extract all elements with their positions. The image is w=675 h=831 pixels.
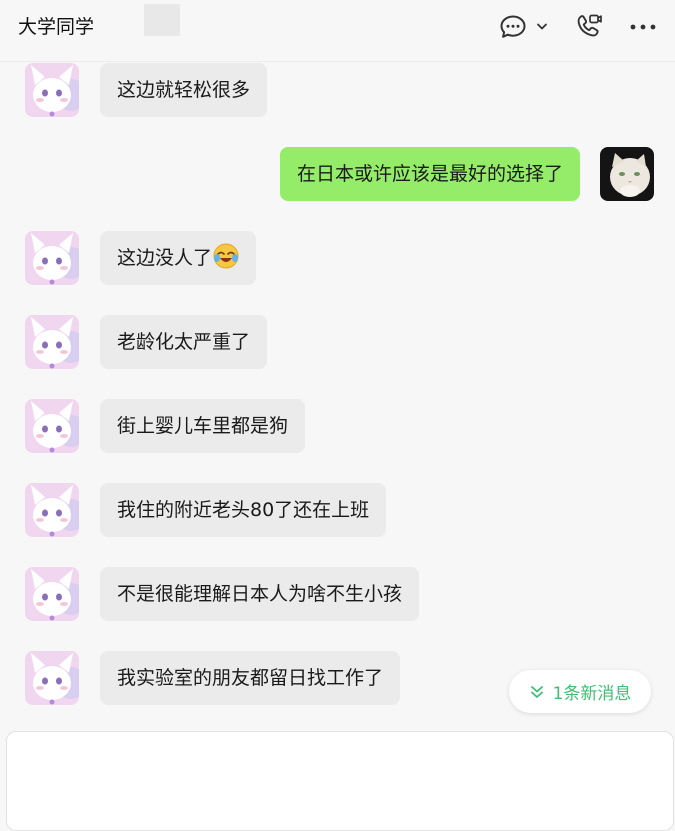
avatar[interactable] [25, 651, 79, 705]
message-text: 这边没人了 [117, 247, 213, 269]
double-chevron-down-icon [530, 685, 543, 698]
chat-header: 大学同学 [0, 0, 675, 62]
message-row: 老龄化太严重了 [0, 315, 675, 373]
avatar[interactable] [25, 483, 79, 537]
message-row: 这边就轻松很多 [0, 63, 675, 121]
message-bubble-self[interactable]: 在日本或许应该是最好的选择了 [279, 147, 580, 201]
message-bubble[interactable]: 我住的附近老头80了还在上班 [100, 483, 387, 537]
message-bubble[interactable]: 不是很能理解日本人为啥不生小孩 [100, 567, 420, 621]
chevron-down-icon [537, 23, 547, 30]
message-bubble[interactable]: 这边没人了 [100, 231, 257, 285]
phone-video-icon [577, 14, 602, 37]
message-row: 不是很能理解日本人为啥不生小孩 [0, 567, 675, 625]
message-bubble[interactable]: 街上婴儿车里都是狗 [100, 399, 306, 453]
call-button[interactable] [573, 12, 605, 42]
more-button[interactable] [627, 12, 659, 42]
chat-title: 大学同学 [18, 16, 95, 38]
chat-options-button[interactable] [498, 12, 552, 42]
avatar[interactable] [25, 231, 79, 285]
message-list[interactable]: 这边就轻松很多 在日本或许应该是最好的选择了 这边没人了 老龄化太严重了 街上婴… [0, 63, 675, 729]
title-decoration [144, 4, 180, 36]
message-bubble[interactable]: 这边就轻松很多 [100, 63, 268, 117]
message-bubble[interactable]: 老龄化太严重了 [100, 315, 268, 369]
new-message-label: 1条新消息 [552, 684, 632, 704]
avatar-self[interactable] [600, 147, 654, 201]
message-bubble[interactable]: 我实验室的朋友都留日找工作了 [100, 651, 401, 705]
chat-bubble-icon [500, 15, 547, 38]
message-row: 这边没人了 [0, 231, 675, 289]
more-icon [630, 24, 656, 30]
message-row: 我住的附近老头80了还在上班 [0, 483, 675, 541]
avatar[interactable] [25, 567, 79, 621]
message-row: 街上婴儿车里都是狗 [0, 399, 675, 457]
new-message-button[interactable]: 1条新消息 [509, 670, 651, 713]
avatar[interactable] [25, 399, 79, 453]
message-row: 在日本或许应该是最好的选择了 [0, 147, 675, 205]
avatar[interactable] [25, 63, 79, 117]
message-input[interactable] [6, 731, 674, 831]
avatar[interactable] [25, 315, 79, 369]
rolling-laugh-emoji-icon [213, 243, 239, 269]
